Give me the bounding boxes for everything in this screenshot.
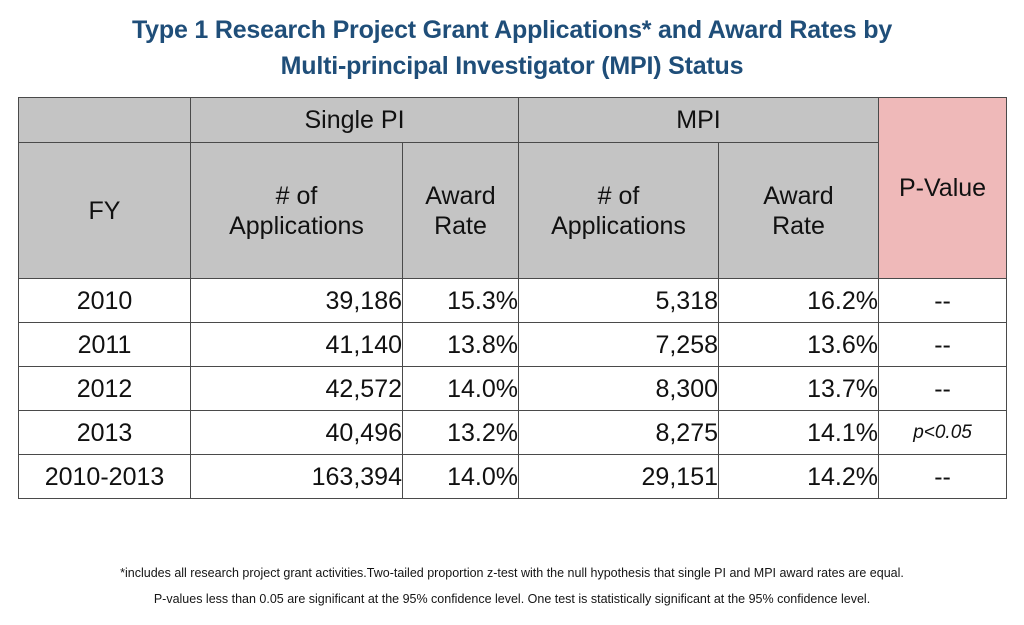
cell-fy: 2010-2013 — [18, 454, 191, 499]
header-single-pi-award-rate-line-1: Award — [425, 181, 496, 210]
cell-single-pi-award-rate: 14.0% — [402, 454, 519, 499]
page-title: Type 1 Research Project Grant Applicatio… — [0, 0, 1024, 84]
header-fy: FY — [18, 142, 191, 279]
cell-p-value: -- — [878, 278, 1008, 323]
header-mpi-applications-line-1: # of — [597, 181, 640, 210]
cell-mpi-award-rate: 14.2% — [717, 454, 880, 499]
cell-single-pi-award-rate: 13.2% — [402, 410, 519, 455]
header-mpi-award-rate: Award Rate — [717, 142, 880, 279]
cell-single-pi-applications: 42,572 — [190, 366, 403, 411]
cell-fy: 2013 — [18, 410, 191, 455]
header-group-p-value: P-Value — [878, 97, 1008, 279]
cell-single-pi-applications: 163,394 — [190, 454, 403, 499]
cell-fy: 2011 — [18, 322, 191, 367]
header-blank-cell — [18, 97, 191, 143]
cell-single-pi-applications: 40,496 — [190, 410, 403, 455]
cell-mpi-award-rate: 13.7% — [717, 366, 880, 411]
table-row: 2011 41,140 13.8% 7,258 13.6% -- — [18, 322, 1008, 367]
table-group-header-row: Single PI MPI P-Value — [18, 97, 1008, 279]
cell-fy: 2010 — [18, 278, 191, 323]
cell-single-pi-applications: 39,186 — [190, 278, 403, 323]
header-single-pi-applications-line-1: # of — [275, 181, 318, 210]
cell-mpi-applications: 29,151 — [518, 454, 719, 499]
header-single-pi-award-rate: Award Rate — [402, 142, 519, 279]
footnote: *includes all research project grant act… — [0, 560, 1024, 612]
table-header: Single PI MPI P-Value FY # of Applicatio… — [18, 97, 1008, 279]
cell-mpi-award-rate: 16.2% — [717, 278, 880, 323]
cell-mpi-applications: 7,258 — [518, 322, 719, 367]
cell-p-value: p<0.05 — [878, 410, 1008, 455]
page-title-line-2: Multi-principal Investigator (MPI) Statu… — [280, 52, 744, 80]
cell-single-pi-award-rate: 14.0% — [402, 366, 519, 411]
cell-single-pi-award-rate: 13.8% — [402, 322, 519, 367]
cell-mpi-award-rate: 13.6% — [717, 322, 880, 367]
header-mpi-award-rate-line-1: Award — [763, 181, 834, 210]
cell-mpi-applications: 8,275 — [518, 410, 719, 455]
cell-single-pi-applications: 41,140 — [190, 322, 403, 367]
header-single-pi-applications-line-2: Applications — [229, 211, 364, 240]
header-group-mpi: MPI — [517, 97, 880, 143]
cell-p-value: -- — [878, 322, 1008, 367]
header-mpi-award-rate-line-2: Rate — [772, 211, 825, 240]
table-row: 2010-2013 163,394 14.0% 29,151 14.2% -- — [18, 454, 1008, 499]
cell-single-pi-award-rate: 15.3% — [402, 278, 519, 323]
cell-mpi-applications: 5,318 — [518, 278, 719, 323]
table-sub-header-row: FY # of Applications Award Rate # of App… — [18, 142, 1007, 279]
header-group-single-pi: Single PI — [190, 97, 519, 143]
header-mpi-applications: # of Applications — [518, 142, 719, 279]
header-single-pi-award-rate-line-2: Rate — [434, 211, 487, 240]
footnote-line-1: *includes all research project grant act… — [120, 566, 904, 580]
footnote-line-2: P-values less than 0.05 are significant … — [153, 592, 871, 606]
cell-mpi-applications: 8,300 — [518, 366, 719, 411]
cell-mpi-award-rate: 14.1% — [717, 410, 880, 455]
grant-applications-table: Single PI MPI P-Value FY # of Applicatio… — [18, 97, 1008, 499]
cell-fy: 2012 — [18, 366, 191, 411]
page-title-line-1: Type 1 Research Project Grant Applicatio… — [131, 16, 893, 44]
header-single-pi-applications: # of Applications — [190, 142, 403, 279]
cell-p-value: -- — [878, 366, 1008, 411]
table-row: 2010 39,186 15.3% 5,318 16.2% -- — [18, 278, 1008, 323]
header-mpi-applications-line-2: Applications — [551, 211, 686, 240]
table-row: 2012 42,572 14.0% 8,300 13.7% -- — [18, 366, 1008, 411]
cell-p-value: -- — [878, 454, 1008, 499]
table-body: 2010 39,186 15.3% 5,318 16.2% -- 2011 41,140 13.… — [18, 278, 1008, 499]
table-row: 2013 40,496 13.2% 8,275 14.1% p<0.05 — [18, 410, 1008, 455]
